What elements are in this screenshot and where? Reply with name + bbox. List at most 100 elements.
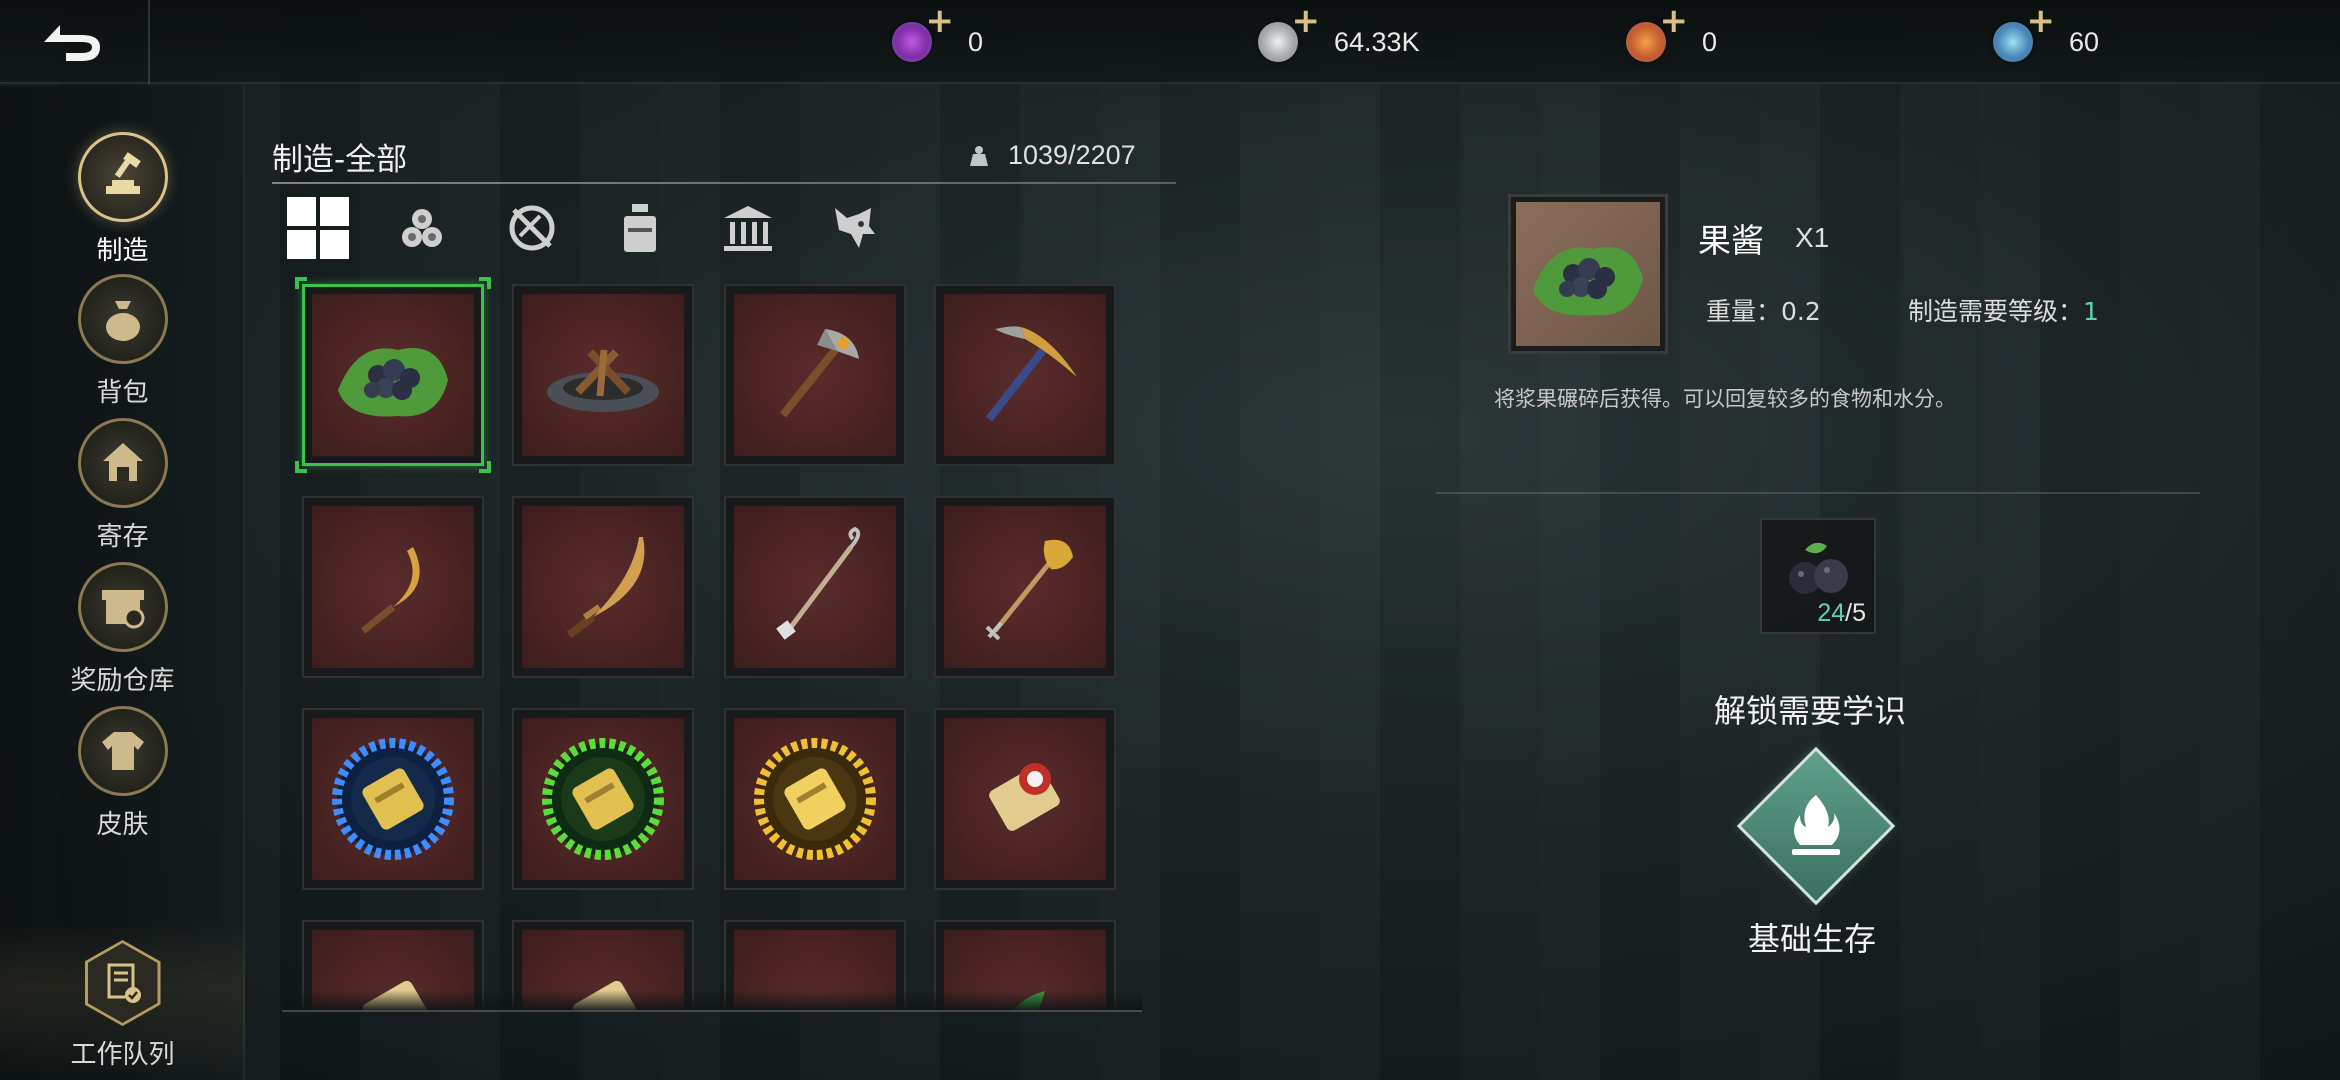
- sidebar-item-label: 寄存: [96, 522, 149, 552]
- detail-item-image: [1508, 194, 1668, 354]
- grid-fade: [282, 990, 1142, 1010]
- material-have: 24: [1817, 599, 1846, 627]
- hex-frame: [84, 940, 161, 1026]
- gold-rune-scroll-icon: [754, 738, 876, 860]
- currency-purple[interactable]: + 0: [892, 4, 984, 70]
- item-slot[interactable]: [934, 284, 1116, 466]
- sidebar-item-backpack[interactable]: 背包: [0, 274, 245, 414]
- tab-consumables[interactable]: [604, 196, 676, 260]
- currency-amount: 0: [1702, 26, 1718, 57]
- tab-buildings[interactable]: [712, 196, 784, 260]
- item-slot[interactable]: [302, 708, 484, 890]
- selection-corner: [295, 277, 307, 289]
- item-slot[interactable]: [512, 708, 694, 890]
- bag-icon: [77, 274, 168, 364]
- item-slot[interactable]: [512, 284, 694, 466]
- weight-value: 0.2: [1781, 297, 1821, 326]
- back-arrow-icon: [44, 25, 100, 61]
- add-plus-icon[interactable]: +: [1292, 4, 1321, 38]
- work-queue-label: 工作队列: [70, 1040, 175, 1070]
- currency-blue[interactable]: + 60: [1993, 4, 2100, 70]
- item-slot[interactable]: [934, 496, 1116, 678]
- campfire-icon: [547, 349, 659, 412]
- sidebar-item-label: 皮肤: [96, 810, 149, 840]
- level-label: 制造需要等级：: [1908, 297, 2084, 326]
- skill-name: 基础生存: [1748, 920, 1877, 958]
- shop-reward-icon: [77, 562, 168, 652]
- blue-rune-scroll-icon: [332, 738, 454, 860]
- sidebar-item-label: 背包: [96, 378, 149, 408]
- back-button[interactable]: [0, 0, 150, 84]
- currency-amount: 60: [2069, 26, 2100, 57]
- berry-jam-icon: [1533, 247, 1643, 316]
- material-slot[interactable]: 24/5: [1760, 518, 1876, 634]
- item-slot[interactable]: [295, 277, 491, 473]
- unlock-requirement-title: 解锁需要学识: [1714, 692, 1907, 730]
- shovel-icon: [985, 539, 1073, 641]
- hook-staff-icon: [776, 527, 861, 640]
- tab-all[interactable]: [282, 196, 354, 260]
- title-divider: [272, 182, 1176, 184]
- silver-coin-icon: +: [1258, 4, 1320, 62]
- level-value: 1: [2083, 297, 2099, 326]
- item-description: 将浆果碾碎后获得。可以回复较多的食物和水分。: [1494, 387, 1956, 411]
- green-rune-scroll-icon: [542, 738, 664, 860]
- currency-amount: 64.33K: [1334, 26, 1420, 57]
- grid-divider: [282, 1010, 1142, 1012]
- blue-gem-coin-icon: +: [1993, 4, 2055, 62]
- sickle-icon: [360, 547, 420, 634]
- sidebar: 制造 背包 寄存 奖励仓库 皮肤 工作队列: [0, 86, 245, 1080]
- currency-amount: 0: [968, 26, 984, 57]
- skill-badge[interactable]: [1736, 746, 1896, 906]
- tab-resources[interactable]: [390, 196, 462, 260]
- berry-jam-icon: [338, 348, 448, 417]
- item-slot[interactable]: [512, 496, 694, 678]
- item-slot[interactable]: [724, 708, 906, 890]
- work-queue-button[interactable]: 工作队列: [0, 924, 245, 1080]
- red-seal-scroll-icon: [989, 763, 1060, 831]
- wolf-creature-icon: [835, 208, 875, 248]
- shirt-skin-icon: [77, 706, 168, 796]
- selection-corner: [295, 461, 307, 473]
- stone-axe-icon: [779, 329, 859, 418]
- tools-crossed-icon: [509, 205, 555, 251]
- currency-red-gold[interactable]: + 0: [1626, 4, 1718, 70]
- currency-silver[interactable]: + 64.33K: [1258, 4, 1420, 70]
- add-plus-icon[interactable]: +: [2027, 4, 2056, 38]
- sidebar-item-label: 奖励仓库: [70, 666, 175, 696]
- item-slot[interactable]: [302, 496, 484, 678]
- logs-resource-icon: [402, 209, 442, 247]
- item-name: 果酱: [1698, 221, 1764, 260]
- house-storage-icon: [77, 418, 168, 508]
- item-weight: 重量：0.2: [1706, 292, 1821, 328]
- add-plus-icon[interactable]: +: [1660, 4, 1689, 38]
- tab-tools[interactable]: [496, 196, 568, 260]
- item-slot[interactable]: [724, 496, 906, 678]
- add-plus-icon[interactable]: +: [926, 4, 955, 38]
- tab-creatures[interactable]: [818, 196, 890, 260]
- hammer-anvil-icon: [77, 132, 168, 222]
- item-quantity: X1: [1795, 222, 1830, 253]
- material-need: /5: [1845, 599, 1866, 627]
- top-bar: + 0 + 64.33K + 0 + 60: [0, 0, 2340, 84]
- red-gold-coin-icon: +: [1626, 4, 1688, 62]
- weight-icon: [970, 145, 988, 166]
- all-grid-icon: [287, 197, 349, 259]
- campfire-flame-icon: [1792, 795, 1840, 855]
- capacity-value: 1039/2207: [1008, 140, 1136, 170]
- bottle-consumable-icon: [624, 204, 656, 252]
- pickaxe-icon: [985, 326, 1077, 422]
- sidebar-item-reward-warehouse[interactable]: 奖励仓库: [0, 562, 245, 702]
- item-grid: [282, 270, 1142, 1010]
- sidebar-item-craft[interactable]: 制造: [0, 132, 245, 272]
- required-level: 制造需要等级：1: [1908, 292, 2099, 328]
- detail-divider: [1436, 492, 2200, 494]
- item-slot[interactable]: [724, 284, 906, 466]
- sidebar-item-storage[interactable]: 寄存: [0, 418, 245, 558]
- curved-blade-icon: [566, 537, 645, 639]
- weight-label: 重量：: [1706, 297, 1782, 326]
- capacity-indicator: 1039/2207: [966, 140, 1136, 171]
- document-check-icon: [87, 943, 158, 1023]
- sidebar-item-skin[interactable]: 皮肤: [0, 706, 245, 846]
- item-slot[interactable]: [934, 708, 1116, 890]
